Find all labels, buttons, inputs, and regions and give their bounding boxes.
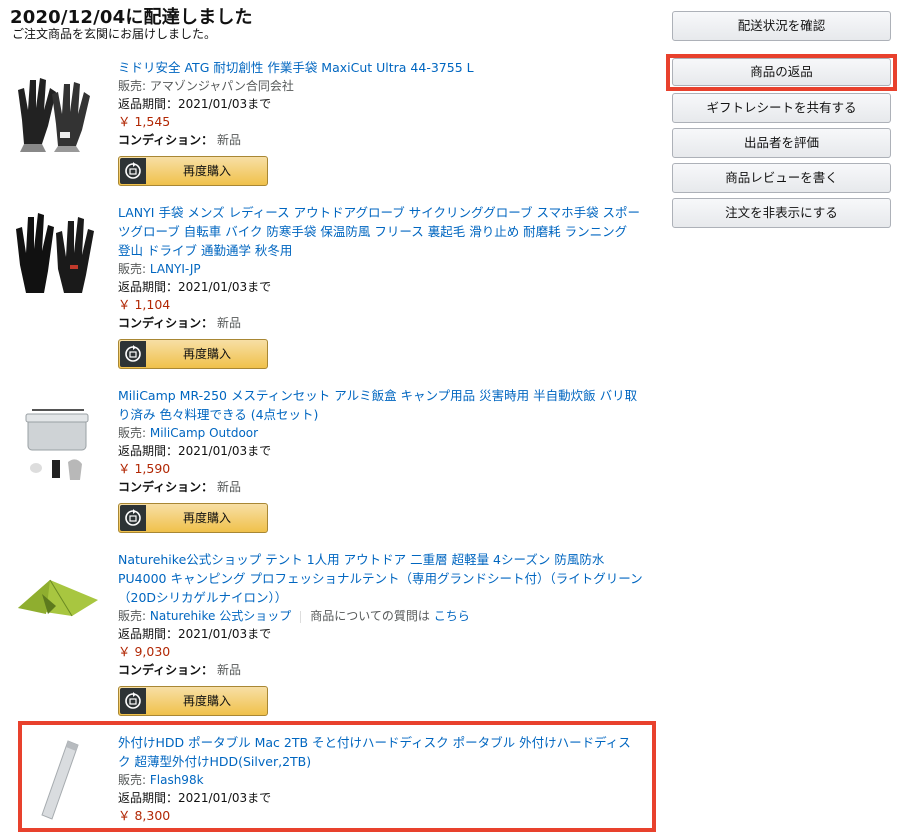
- product-title-link[interactable]: LANYI 手袋 メンズ レディース アウトドアグローブ サイクリンググローブ …: [118, 203, 643, 260]
- product-title-link[interactable]: 外付けHDD ポータブル Mac 2TB そと付けハードディスク ポータブル 外…: [118, 733, 643, 771]
- order-item: 外付けHDD ポータブル Mac 2TB そと付けハードディスク ポータブル 外…: [12, 733, 652, 828]
- condition-line: コンディション： 新品: [118, 316, 242, 330]
- seller-line: 販売: MiliCamp Outdoor: [118, 426, 259, 440]
- product-title-link[interactable]: MiliCamp MR-250 メスティンセット アルミ飯盒 キャンプ用品 災害…: [118, 386, 643, 424]
- rate-seller-button[interactable]: 出品者を評価: [672, 128, 891, 158]
- buy-again-button[interactable]: 再度購入: [118, 503, 268, 533]
- price: ￥ 1,545: [118, 114, 171, 129]
- return-period: 返品期間：2021/01/03まで: [118, 280, 272, 294]
- return-period: 返品期間：2021/01/03まで: [118, 444, 272, 458]
- condition-line: コンディション： 新品: [118, 480, 242, 494]
- buy-again-button[interactable]: 再度購入: [118, 339, 268, 369]
- return-items-button[interactable]: 商品の返品: [672, 58, 891, 86]
- seller-line: 販売: アマゾンジャパン合同会社: [118, 79, 294, 93]
- cart-refresh-icon: [120, 505, 146, 531]
- price: ￥ 9,030: [118, 644, 171, 659]
- return-period: 返品期間：2021/01/03まで: [118, 791, 272, 805]
- track-package-button[interactable]: 配送状況を確認: [672, 11, 891, 41]
- seller-link[interactable]: MiliCamp Outdoor: [150, 426, 258, 440]
- buy-again-button[interactable]: 再度購入: [118, 686, 268, 716]
- product-image-gloves[interactable]: [12, 203, 104, 295]
- seller-line: 販売: Naturehike 公式ショップ 商品についての質問は こちら: [118, 609, 470, 623]
- price: ￥ 1,104: [118, 297, 171, 312]
- divider: [300, 610, 302, 623]
- cart-refresh-icon: [120, 688, 146, 714]
- order-item: LANYI 手袋 メンズ レディース アウトドアグローブ サイクリンググローブ …: [12, 203, 652, 373]
- product-image-hdd[interactable]: [12, 733, 104, 825]
- product-image-tent[interactable]: [12, 558, 104, 650]
- order-item: MiliCamp MR-250 メスティンセット アルミ飯盒 キャンプ用品 災害…: [12, 386, 652, 536]
- seller-link[interactable]: LANYI-JP: [150, 262, 201, 276]
- seller-line: 販売: Flash98k: [118, 773, 204, 787]
- price: ￥ 1,590: [118, 461, 171, 476]
- write-review-button[interactable]: 商品レビューを書く: [672, 163, 891, 193]
- product-image-gloves[interactable]: [12, 60, 104, 152]
- product-image-mess-tin[interactable]: [12, 396, 104, 488]
- price: ￥ 8,300: [118, 808, 171, 823]
- cart-refresh-icon: [120, 158, 146, 184]
- share-gift-receipt-button[interactable]: ギフトレシートを共有する: [672, 93, 891, 123]
- seller-line: 販売: LANYI-JP: [118, 262, 201, 276]
- seller-link[interactable]: Flash98k: [150, 773, 204, 787]
- contact-seller-link[interactable]: こちら: [434, 609, 470, 623]
- order-item: ミドリ安全 ATG 耐切創性 作業手袋 MaxiCut Ultra 44-375…: [12, 58, 652, 190]
- cart-refresh-icon: [120, 341, 146, 367]
- return-period: 返品期間：2021/01/03まで: [118, 627, 272, 641]
- condition-line: コンディション： 新品: [118, 663, 242, 677]
- seller-link[interactable]: Naturehike 公式ショップ: [150, 609, 291, 623]
- buy-again-button[interactable]: 再度購入: [118, 156, 268, 186]
- condition-line: コンディション： 新品: [118, 133, 242, 147]
- delivery-status-subtitle: ご注文商品を玄関にお届けしました。: [12, 27, 217, 41]
- product-title-link[interactable]: ミドリ安全 ATG 耐切創性 作業手袋 MaxiCut Ultra 44-375…: [118, 58, 643, 77]
- return-period: 返品期間：2021/01/03まで: [118, 97, 272, 111]
- seller-name: アマゾンジャパン合同会社: [149, 79, 294, 93]
- order-item: Naturehike公式ショップ テント 1人用 アウトドア 二重層 超軽量 4…: [12, 550, 652, 720]
- archive-order-button[interactable]: 注文を非表示にする: [672, 198, 891, 228]
- product-title-link[interactable]: Naturehike公式ショップ テント 1人用 アウトドア 二重層 超軽量 4…: [118, 550, 643, 607]
